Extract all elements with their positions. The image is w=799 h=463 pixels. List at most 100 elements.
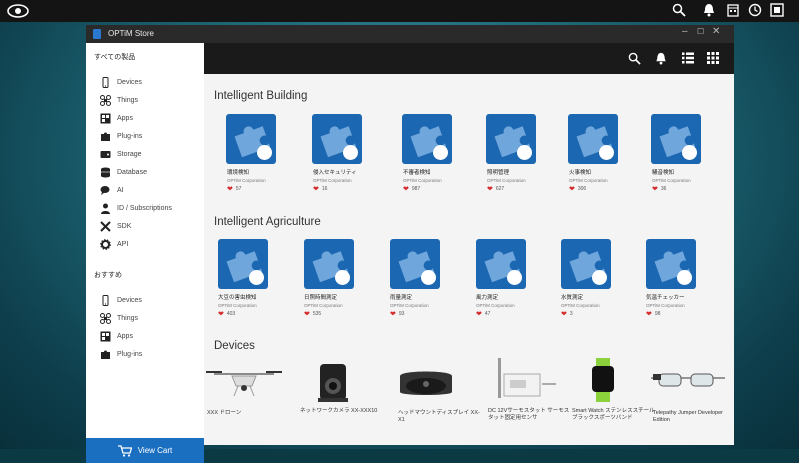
sidebar-item-label: Storage <box>117 150 142 158</box>
heart-icon[interactable]: ❤ <box>569 185 575 193</box>
app-name: 騒音検知 <box>652 170 675 176</box>
app-tile[interactable] <box>304 239 354 289</box>
storage-icon <box>100 150 111 158</box>
gear-icon <box>100 238 111 250</box>
app-likes: ❤ 306 <box>569 185 586 193</box>
sidebar-item-things[interactable]: Things <box>100 93 138 107</box>
mic-icon <box>682 145 697 160</box>
app-tile[interactable] <box>218 239 268 289</box>
sidebar-rec-devices[interactable]: Devices <box>100 293 142 307</box>
device-card[interactable]: Telepathy Jumper Developer Edition <box>649 364 729 423</box>
heart-icon[interactable]: ❤ <box>313 185 319 193</box>
app-tile[interactable] <box>651 114 701 164</box>
device-card[interactable]: DC 12Vサーモスタット サーモスタット固定用センサ <box>482 354 569 421</box>
app-tile[interactable] <box>312 114 362 164</box>
likes-count: 16 <box>321 186 328 192</box>
app-likes: ❤ 3 <box>561 310 573 318</box>
sidebar-item-label: Apps <box>117 332 133 340</box>
sidebar-item-label: Plug-ins <box>117 132 143 140</box>
heart-icon[interactable]: ❤ <box>390 310 396 318</box>
sidebar-item-label: Things <box>117 314 139 322</box>
grid-view-icon[interactable] <box>707 52 719 64</box>
list-view-icon[interactable] <box>682 52 694 64</box>
minimize-button[interactable]: – <box>682 26 688 37</box>
window-icon[interactable] <box>770 3 784 17</box>
app-tile[interactable] <box>476 239 526 289</box>
heart-icon[interactable]: ❤ <box>403 185 409 193</box>
sidebar-item-label: Database <box>117 168 147 176</box>
device-card[interactable]: ネットワークカメラ XX-XXX10 <box>294 360 377 414</box>
app-corp: OPTiM Corporation <box>561 303 600 308</box>
heart-icon[interactable]: ❤ <box>304 310 310 318</box>
app-name: 雨量測定 <box>390 295 413 301</box>
sidebar-item-label: Plug-ins <box>117 350 143 358</box>
app-corp: OPTiM Corporation <box>313 178 352 183</box>
search-icon[interactable] <box>628 52 641 65</box>
sidebar-rec-apps[interactable]: Apps <box>100 329 133 343</box>
heart-icon[interactable]: ❤ <box>646 310 652 318</box>
likes-count: 36 <box>660 186 667 192</box>
app-likes: ❤ 47 <box>476 310 490 318</box>
sidebar-rec-plugins[interactable]: Plug-ins <box>100 347 142 361</box>
sidebar-item-database[interactable]: Database <box>100 165 147 179</box>
store-content: Intelligent Building 環境検知 OPTiM Corporat… <box>204 74 734 445</box>
close-button[interactable]: ✕ <box>712 26 720 37</box>
sidebar-rec-things[interactable]: Things <box>100 311 138 325</box>
device-name: ヘッドマウントディスプレイ XX-X1 <box>398 410 480 423</box>
sidebar-item-label: AI <box>117 186 124 194</box>
likes-count: 987 <box>411 186 421 192</box>
likes-count: 627 <box>495 186 505 192</box>
cart-icon <box>117 444 132 457</box>
fire-icon <box>599 145 614 160</box>
app-corp: OPTiM Corporation <box>218 303 257 308</box>
search-icon[interactable] <box>672 3 686 17</box>
app-tile[interactable] <box>561 239 611 289</box>
app-likes: ❤ 987 <box>403 185 420 193</box>
smartwatch-icon <box>592 358 614 402</box>
app-tile[interactable] <box>226 114 276 164</box>
tools-icon <box>100 220 111 232</box>
likes-count: 306 <box>577 186 587 192</box>
apps-icon <box>100 331 111 341</box>
clock-icon[interactable] <box>748 3 762 17</box>
app-name: 火事検知 <box>569 170 592 176</box>
puzzle-icon <box>101 132 110 141</box>
network-camera-icon <box>318 364 348 402</box>
device-card[interactable]: XXX ドローン <box>204 364 284 416</box>
bell-icon[interactable] <box>703 3 715 17</box>
heart-icon[interactable]: ❤ <box>487 185 493 193</box>
device-card[interactable]: Smart Watch ステンレススチール ブラックスポーツバンド <box>566 356 655 421</box>
app-tile[interactable] <box>390 239 440 289</box>
sidebar-item-apps[interactable]: Apps <box>100 111 133 125</box>
heart-icon[interactable]: ❤ <box>476 310 482 318</box>
notification-bell-icon[interactable] <box>655 52 667 65</box>
app-tile[interactable] <box>646 239 696 289</box>
view-cart-label: View Cart <box>137 446 173 455</box>
maximize-button[interactable]: ☐ <box>697 27 704 36</box>
likes-count: 93 <box>398 311 405 317</box>
heart-icon[interactable]: ❤ <box>652 185 658 193</box>
likes-count: 98 <box>654 311 661 317</box>
sidebar-item-sdk[interactable]: SDK <box>100 219 131 233</box>
drone-icon <box>100 94 111 106</box>
heart-icon[interactable]: ❤ <box>561 310 567 318</box>
heart-icon[interactable]: ❤ <box>218 310 224 318</box>
sidebar-item-ai[interactable]: AI <box>100 183 124 197</box>
calendar-icon[interactable] <box>727 3 739 17</box>
sidebar-item-devices[interactable]: Devices <box>100 75 142 89</box>
app-tile[interactable] <box>486 114 536 164</box>
sidebar-item-storage[interactable]: Storage <box>100 147 142 161</box>
drone-icon <box>206 371 282 397</box>
sidebar-item-plugins[interactable]: Plug-ins <box>100 129 142 143</box>
sidebar-item-api[interactable]: API <box>100 237 128 251</box>
heart-icon[interactable]: ❤ <box>227 185 233 193</box>
app-tile[interactable] <box>568 114 618 164</box>
device-card[interactable]: ヘッドマウントディスプレイ XX-X1 <box>392 364 480 423</box>
sidebar-item-id-subscriptions[interactable]: ID / Subscriptions <box>100 201 172 215</box>
likes-count: 57 <box>235 186 242 192</box>
app-tile[interactable] <box>402 114 452 164</box>
eye-logo-icon[interactable] <box>6 3 30 19</box>
sun-icon <box>335 270 350 285</box>
view-cart-button[interactable]: View Cart <box>86 438 204 463</box>
sidebar: すべての製品 Devices Things Apps Plug-ins Stor… <box>86 43 204 463</box>
